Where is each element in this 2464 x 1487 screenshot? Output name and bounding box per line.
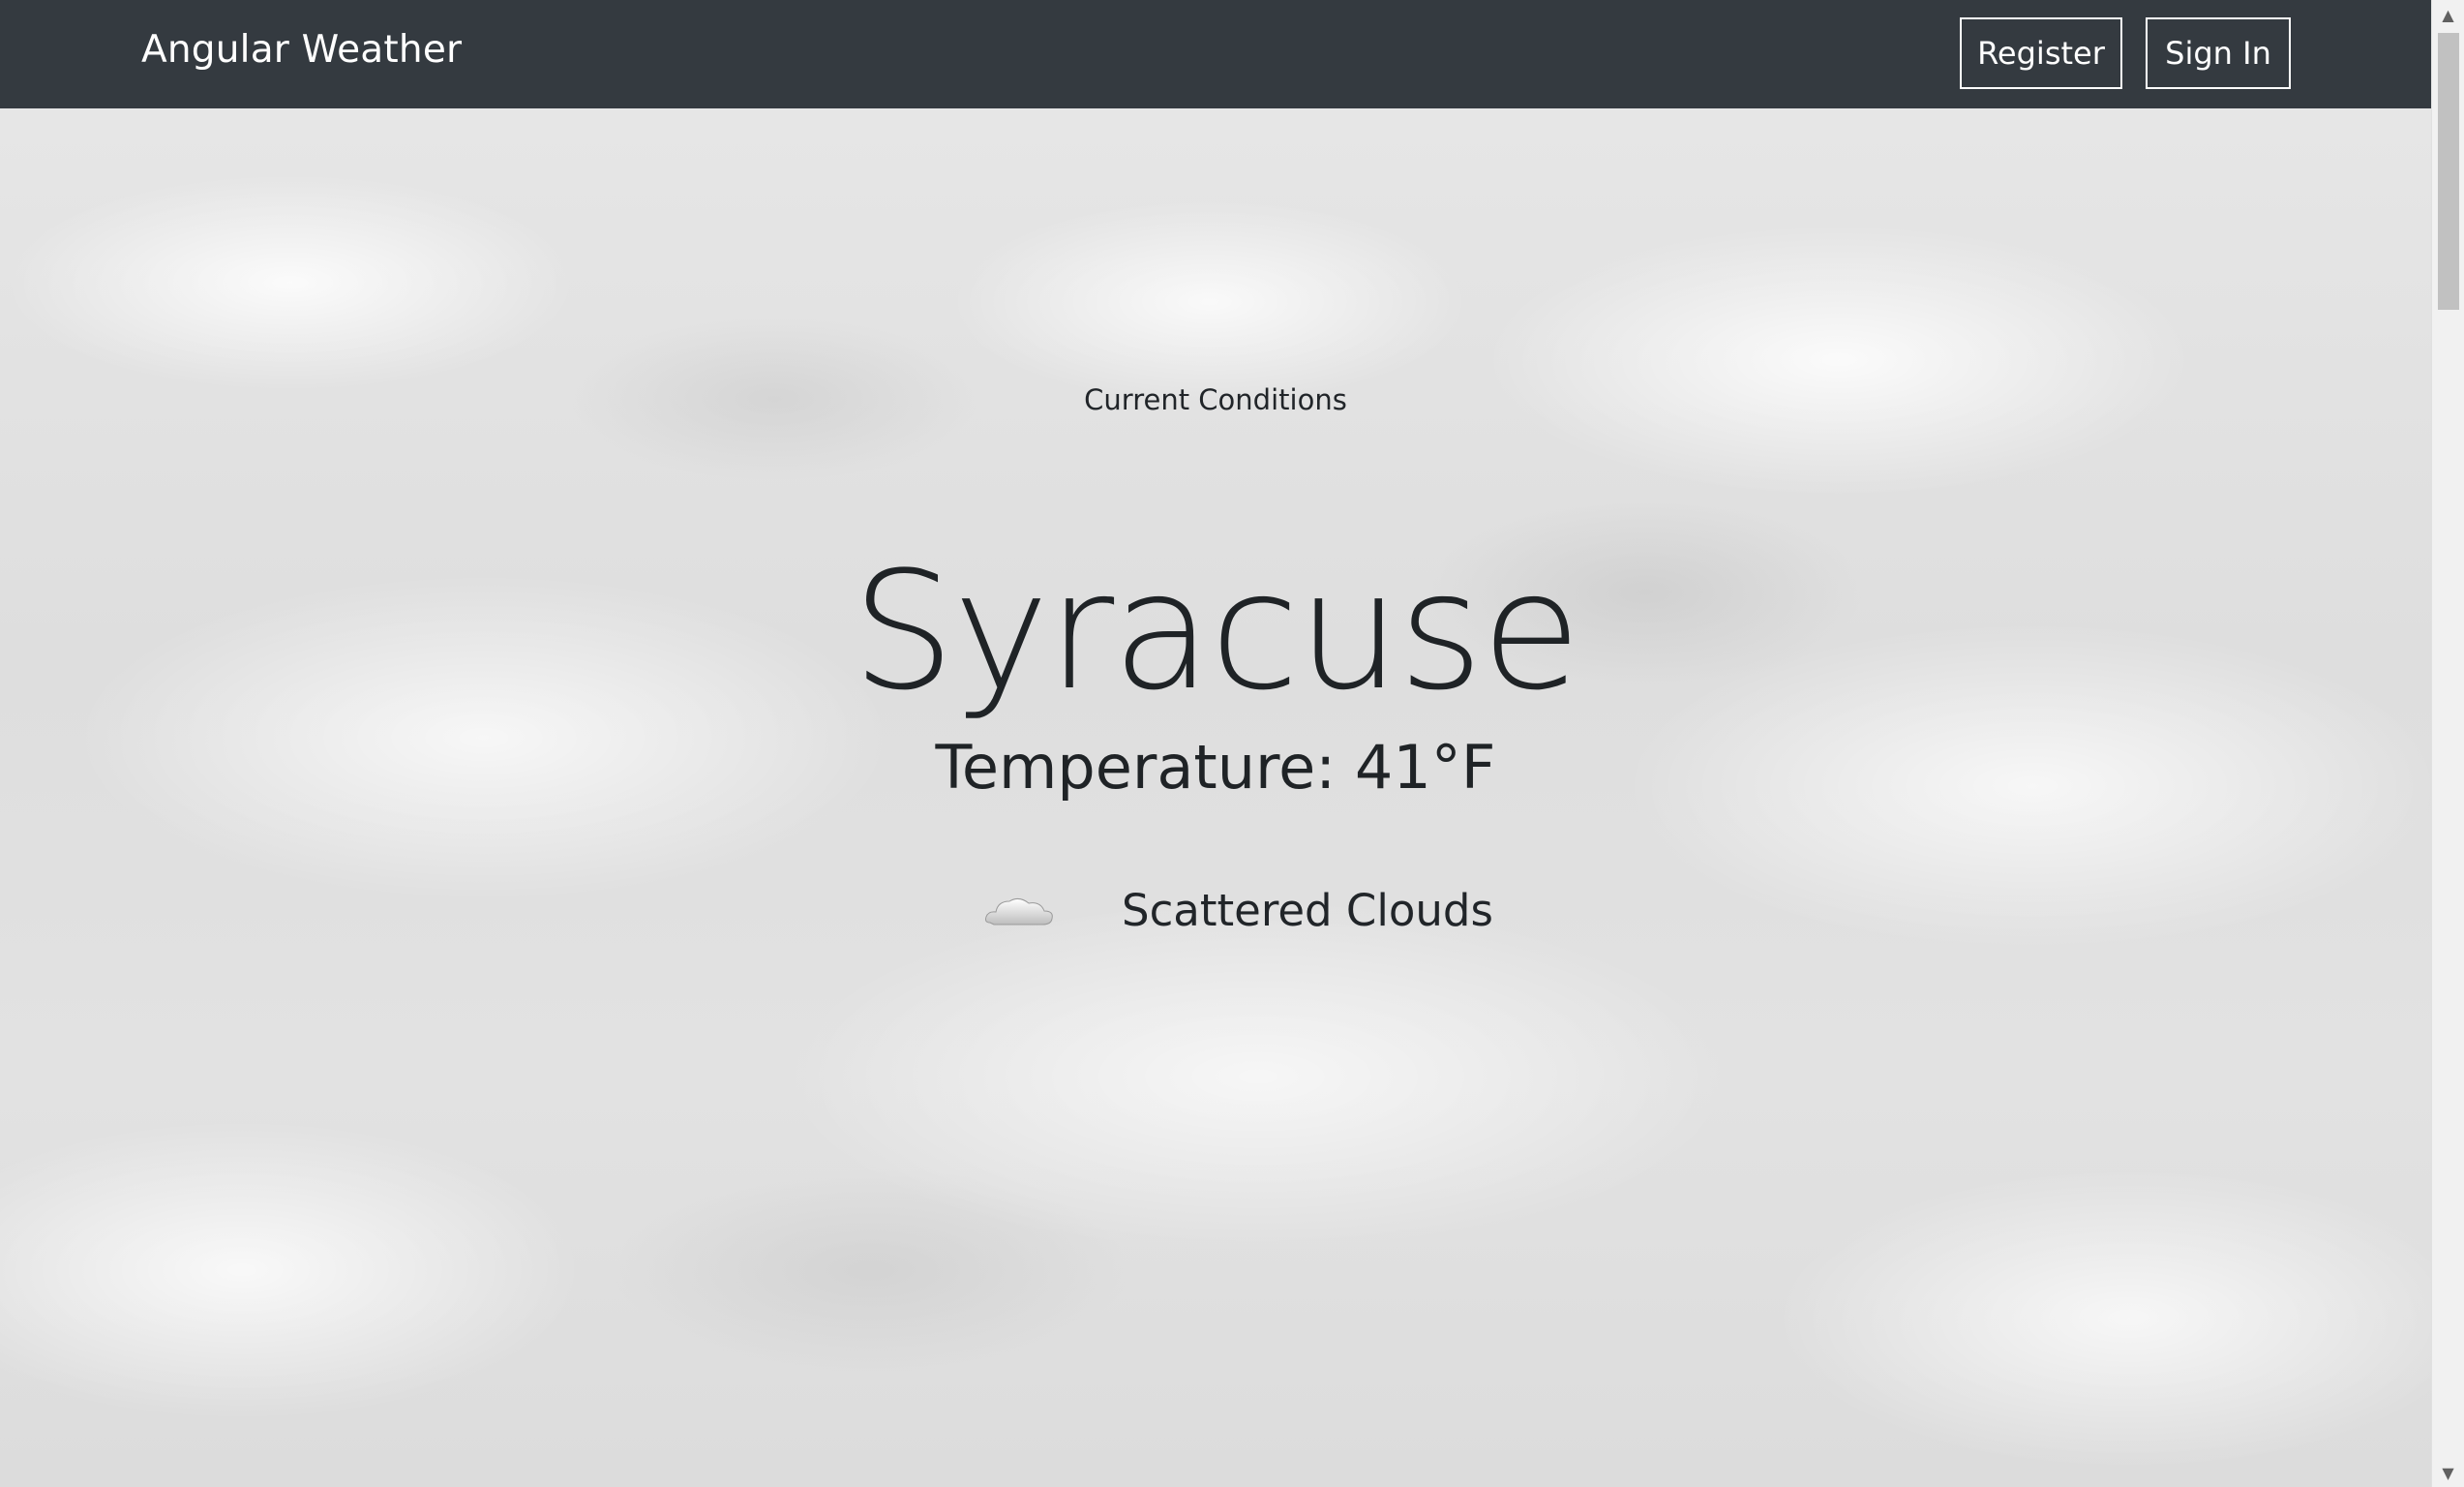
brand-link[interactable]: Angular Weather <box>141 28 462 72</box>
cloud-background: Current Conditions Syracuse Temperature:… <box>0 108 2431 1487</box>
register-button[interactable]: Register <box>1960 17 2122 89</box>
city-name: Syracuse <box>852 536 1581 726</box>
cloud-icon <box>985 897 1053 926</box>
scrollbar-thumb[interactable] <box>2438 33 2459 310</box>
temperature-reading: Temperature: 41°F <box>935 732 1496 803</box>
triangle-up-icon[interactable]: ▲ <box>2432 0 2464 29</box>
sign-in-button[interactable]: Sign In <box>2146 17 2291 89</box>
top-navbar: Angular Weather Register Sign In <box>0 0 2431 108</box>
weather-condition: Scattered Clouds <box>980 871 1493 949</box>
browser-viewport: Current Conditions Syracuse Temperature:… <box>0 0 2464 1487</box>
vertical-scrollbar[interactable]: ▲ ▼ <box>2431 0 2464 1487</box>
current-conditions-label: Current Conditions <box>1084 383 1347 416</box>
condition-description: Scattered Clouds <box>1122 884 1493 936</box>
triangle-down-icon[interactable]: ▼ <box>2432 1458 2464 1487</box>
